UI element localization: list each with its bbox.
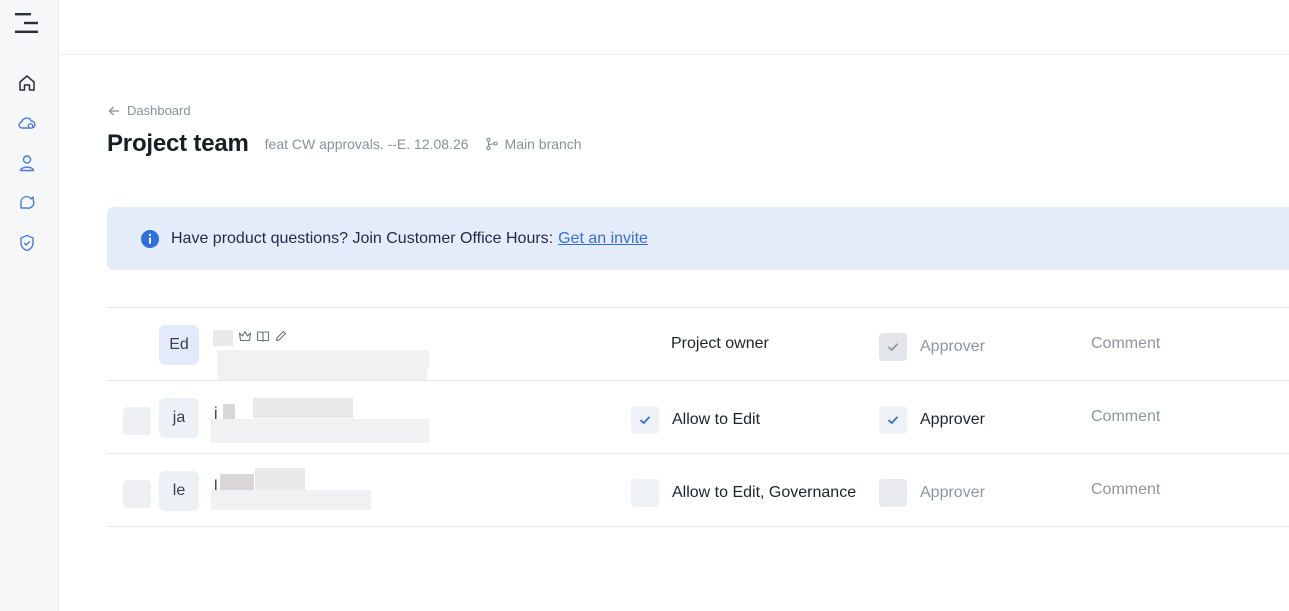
checkbox-checked <box>631 406 659 434</box>
user-icon[interactable] <box>17 153 37 173</box>
permission-label: Allow to Edit <box>672 411 761 428</box>
redacted-member-name <box>255 468 305 490</box>
main-branch-label: Main branch <box>504 136 582 152</box>
permission-label: Allow to Edit, Governance <box>672 484 857 501</box>
sidebar <box>0 0 59 611</box>
checkbox-checked <box>879 406 907 434</box>
comment-button[interactable]: Comment <box>1091 408 1160 426</box>
breadcrumb-dashboard-link[interactable]: Dashboard <box>127 103 191 118</box>
allow-edit-governance-checkbox[interactable]: Allow to Edit, Governance <box>631 479 856 507</box>
breadcrumb[interactable]: Dashboard <box>107 103 191 118</box>
redacted-member-email <box>211 419 429 443</box>
role-icons <box>238 329 288 343</box>
branch-icon <box>485 137 498 151</box>
table-row: ja j Allow to Edit Approver Comment <box>107 381 1289 453</box>
allow-edit-checkbox[interactable]: Allow to Edit <box>631 406 760 434</box>
approver-checkbox[interactable]: Approver <box>879 479 985 507</box>
branch-name: feat CW approvals. --E. 12.08.26 <box>264 136 469 152</box>
get-invite-link[interactable]: Get an invite <box>558 230 648 248</box>
table-row: le l Allow to Edit, Governance Approver … <box>107 454 1289 526</box>
approver-label: Approver <box>920 484 985 501</box>
table-row-owner: Ed Project owner Approver Comment <box>107 308 1289 380</box>
redacted-member-email <box>211 490 371 510</box>
arrow-left-icon <box>108 106 119 115</box>
page-title: Project team <box>107 130 249 157</box>
checkbox-unchecked-disabled <box>879 479 907 507</box>
approver-checkbox[interactable]: Approver <box>879 406 985 434</box>
approver-label: Approver <box>920 411 985 428</box>
banner-text: Have product questions? Join Customer Of… <box>171 229 554 247</box>
redacted-member-name <box>220 474 254 491</box>
pencil-icon <box>275 330 287 342</box>
cloud-settings-icon[interactable] <box>17 113 37 133</box>
redacted-avatar-image <box>213 330 233 346</box>
approver-label: Approver <box>920 338 985 355</box>
table-divider <box>107 526 1289 527</box>
comment-button[interactable]: Comment <box>1091 335 1160 353</box>
redacted-member-email <box>217 368 427 380</box>
main-branch-link[interactable]: Main branch <box>485 136 582 152</box>
row-select-checkbox[interactable] <box>123 480 151 508</box>
redacted-member-name <box>217 350 429 368</box>
menu-icon[interactable] <box>14 12 40 34</box>
book-icon <box>256 331 270 342</box>
project-owner-label: Project owner <box>671 335 769 352</box>
crown-icon <box>238 330 252 342</box>
row-select-checkbox[interactable] <box>123 407 151 435</box>
puzzle-icon[interactable] <box>17 193 37 213</box>
checkbox-checked-disabled <box>879 333 907 361</box>
redacted-member-name <box>253 398 353 418</box>
avatar: Ed <box>159 325 199 365</box>
avatar: ja <box>159 398 199 438</box>
top-bar <box>60 0 1289 55</box>
redacted-member-name <box>223 404 235 420</box>
title-row: Project team feat CW approvals. --E. 12.… <box>107 130 582 158</box>
info-icon <box>141 229 159 248</box>
checkbox-unchecked <box>631 479 659 507</box>
home-icon[interactable] <box>17 73 37 93</box>
avatar: le <box>159 471 199 511</box>
shield-check-icon[interactable] <box>17 233 37 253</box>
comment-button[interactable]: Comment <box>1091 481 1160 499</box>
approver-checkbox-owner[interactable]: Approver <box>879 333 985 361</box>
info-banner: Have product questions? Join Customer Of… <box>107 207 1289 270</box>
